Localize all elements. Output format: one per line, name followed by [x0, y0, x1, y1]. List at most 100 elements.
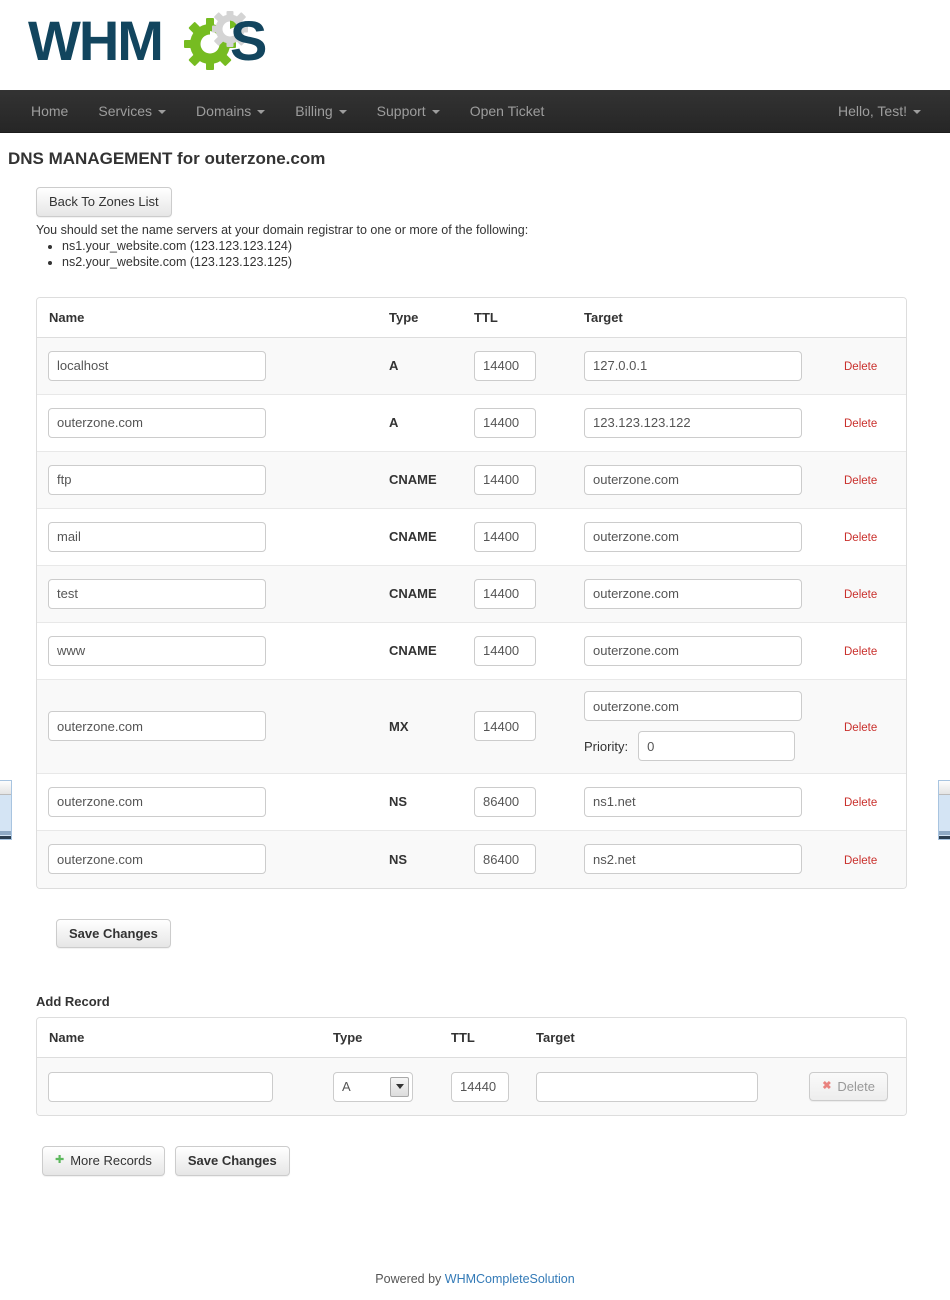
record-target-cell — [584, 350, 829, 381]
record-ttl-input[interactable] — [474, 407, 536, 438]
main-navbar: Home Services Domains Billing Support Op… — [0, 90, 950, 133]
record-name-cell — [37, 786, 389, 817]
delete-record-link[interactable]: Delete — [844, 418, 877, 430]
record-ttl-input[interactable] — [474, 786, 536, 817]
record-target-cell — [584, 844, 829, 875]
record-target-input[interactable] — [584, 407, 802, 438]
record-name-input[interactable] — [48, 464, 266, 495]
table-row: NS Delete — [37, 830, 906, 888]
delete-record-link[interactable]: Delete — [844, 361, 877, 373]
chevron-down-icon — [913, 109, 921, 114]
record-name-input[interactable] — [48, 786, 266, 817]
record-ttl-input[interactable] — [474, 350, 536, 381]
add-record-type-cell: A — [333, 1071, 451, 1102]
nav-item-label: Domains — [196, 103, 252, 119]
record-target-input[interactable] — [584, 578, 802, 609]
record-target-input[interactable] — [584, 691, 802, 722]
record-ttl-input[interactable] — [474, 635, 536, 666]
footer-link[interactable]: WHMCompleteSolution — [445, 1272, 575, 1286]
right-side-tab-bar — [939, 831, 950, 835]
record-target-input[interactable] — [584, 844, 802, 875]
nav-item-billing[interactable]: Billing — [280, 90, 361, 133]
record-ttl-input[interactable] — [474, 844, 536, 875]
record-ttl-input[interactable] — [474, 578, 536, 609]
record-target-input[interactable] — [584, 786, 802, 817]
close-icon: ✖ — [822, 1080, 832, 1093]
nav-item-label: Open Ticket — [469, 103, 545, 119]
record-actions-cell: Delete — [829, 472, 906, 487]
account-menu[interactable]: Hello, Test! — [823, 90, 936, 133]
record-ttl-cell — [474, 350, 584, 381]
delete-record-link[interactable]: Delete — [844, 797, 877, 809]
record-name-input[interactable] — [48, 521, 266, 552]
add-record-delete-button[interactable]: ✖ Delete — [809, 1071, 888, 1102]
record-actions-cell: Delete — [829, 643, 906, 658]
add-record-ttl-input[interactable] — [451, 1071, 509, 1102]
chevron-down-icon — [431, 109, 440, 114]
record-ttl-input[interactable] — [474, 521, 536, 552]
record-ttl-cell — [474, 635, 584, 666]
record-type-cell: A — [389, 415, 399, 431]
record-name-cell — [37, 407, 389, 438]
add-record-name-input[interactable] — [48, 1071, 273, 1102]
column-header-type: Type — [389, 309, 419, 325]
add-record-table-header: Name Type TTL Target — [37, 1018, 906, 1059]
nav-item-services[interactable]: Services — [83, 90, 181, 133]
nav-item-support[interactable]: Support — [362, 90, 455, 133]
add-record-type-value: A — [342, 1079, 351, 1095]
record-name-input[interactable] — [48, 407, 266, 438]
delete-record-link[interactable]: Delete — [844, 532, 877, 544]
whmcs-logo-svg: WHM S — [28, 9, 267, 72]
record-name-input[interactable] — [48, 844, 266, 875]
record-name-input[interactable] — [48, 350, 266, 381]
more-records-button[interactable]: ✚ More Records — [42, 1146, 165, 1176]
delete-record-link[interactable]: Delete — [844, 475, 877, 487]
nav-item-label: Home — [31, 103, 69, 119]
left-side-tab[interactable] — [0, 780, 12, 840]
record-ttl-cell — [474, 844, 584, 875]
whmcs-logo[interactable]: WHM S — [28, 8, 283, 78]
list-item: ns2.your_website.com (123.123.123.125) — [62, 255, 950, 269]
record-name-cell — [37, 464, 389, 495]
record-ttl-input[interactable] — [474, 464, 536, 495]
record-name-input[interactable] — [48, 711, 266, 742]
account-menu-label: Hello, Test! — [838, 103, 907, 119]
record-name-cell — [37, 578, 389, 609]
save-changes-top-button[interactable]: Save Changes — [56, 918, 171, 949]
right-side-tab[interactable] — [938, 780, 950, 840]
nav-item-open-ticket[interactable]: Open Ticket — [455, 90, 560, 133]
save-changes-bottom-button[interactable]: Save Changes — [174, 1146, 290, 1176]
record-target-input[interactable] — [584, 635, 802, 666]
record-target-cell — [584, 464, 829, 495]
record-ttl-cell — [474, 407, 584, 438]
record-ttl-cell — [474, 464, 584, 495]
record-type-cell: CNAME — [389, 472, 437, 488]
record-actions-cell: Delete — [829, 415, 906, 430]
delete-record-link[interactable]: Delete — [844, 589, 877, 601]
record-actions-cell: Delete — [829, 852, 906, 867]
record-target-input[interactable] — [584, 350, 802, 381]
record-name-cell — [37, 711, 389, 742]
back-to-zones-list-button[interactable]: Back To Zones List — [36, 187, 172, 217]
record-name-input[interactable] — [48, 578, 266, 609]
add-record-target-input[interactable] — [536, 1071, 758, 1102]
nav-item-domains[interactable]: Domains — [181, 90, 280, 133]
delete-record-link[interactable]: Delete — [844, 722, 877, 734]
chevron-down-icon — [257, 109, 266, 114]
priority-line: Priority: — [584, 731, 829, 762]
add-record-type-select[interactable]: A — [333, 1071, 413, 1102]
record-target-cell — [584, 578, 829, 609]
delete-record-link[interactable]: Delete — [844, 646, 877, 658]
site-footer: Powered by WHMCompleteSolution — [0, 1272, 950, 1286]
record-name-input[interactable] — [48, 635, 266, 666]
delete-record-link[interactable]: Delete — [844, 855, 877, 867]
nav-item-home[interactable]: Home — [16, 90, 83, 133]
add-record-panel: Name Type TTL Target A 14440 ✖ Delete — [36, 1017, 907, 1117]
column-header-name: Name — [49, 309, 85, 325]
left-side-tab-cap — [0, 781, 11, 795]
record-target-input[interactable] — [584, 521, 802, 552]
record-target-input[interactable] — [584, 464, 802, 495]
column-header-type: Type — [333, 1030, 363, 1046]
record-ttl-input[interactable] — [474, 711, 536, 742]
record-priority-input[interactable] — [638, 731, 796, 762]
